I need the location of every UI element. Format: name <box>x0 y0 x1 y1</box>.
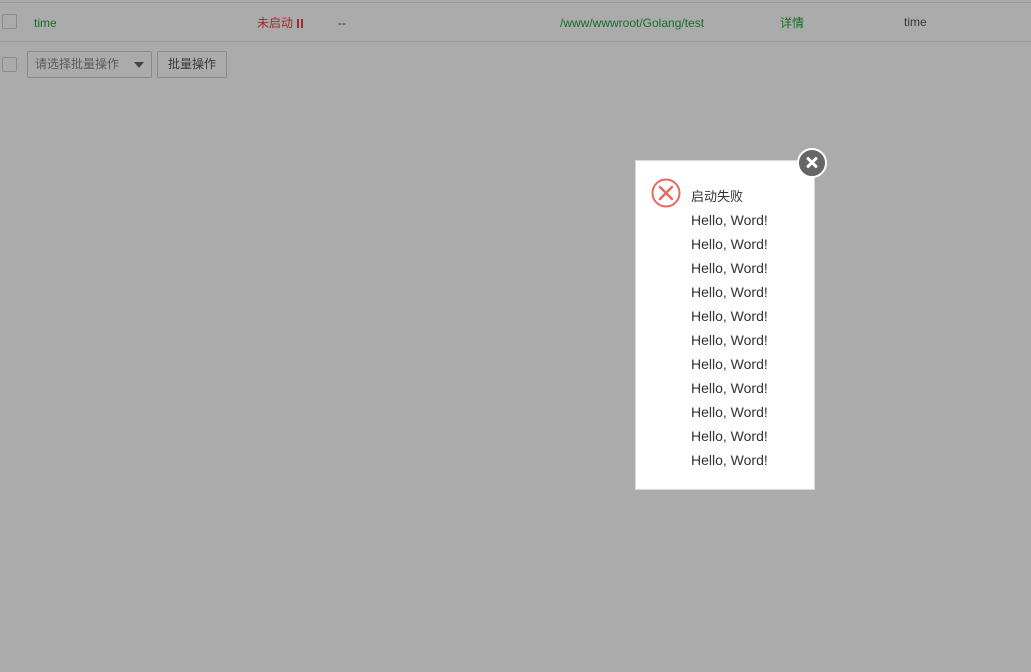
error-message-line: Hello, Word! <box>691 380 768 396</box>
error-message-line: Hello, Word! <box>691 308 768 324</box>
modal-overlay[interactable] <box>0 0 1031 672</box>
error-message-line: Hello, Word! <box>691 428 768 444</box>
error-message-line: Hello, Word! <box>691 212 768 228</box>
close-icon[interactable] <box>797 148 827 178</box>
error-message-line: Hello, Word! <box>691 260 768 276</box>
error-message-line: Hello, Word! <box>691 284 768 300</box>
dialog-title: 启动失败 <box>691 189 744 204</box>
error-message-line: Hello, Word! <box>691 404 768 420</box>
error-message-line: Hello, Word! <box>691 356 768 372</box>
error-circle-icon <box>651 178 681 208</box>
error-message-line: Hello, Word! <box>691 452 768 468</box>
error-message-line: Hello, Word! <box>691 236 768 252</box>
error-dialog: 启动失败 Hello, Word! Hello, Word! Hello, Wo… <box>635 160 815 490</box>
error-message-list: Hello, Word! Hello, Word! Hello, Word! H… <box>691 208 768 472</box>
error-message-line: Hello, Word! <box>691 332 768 348</box>
